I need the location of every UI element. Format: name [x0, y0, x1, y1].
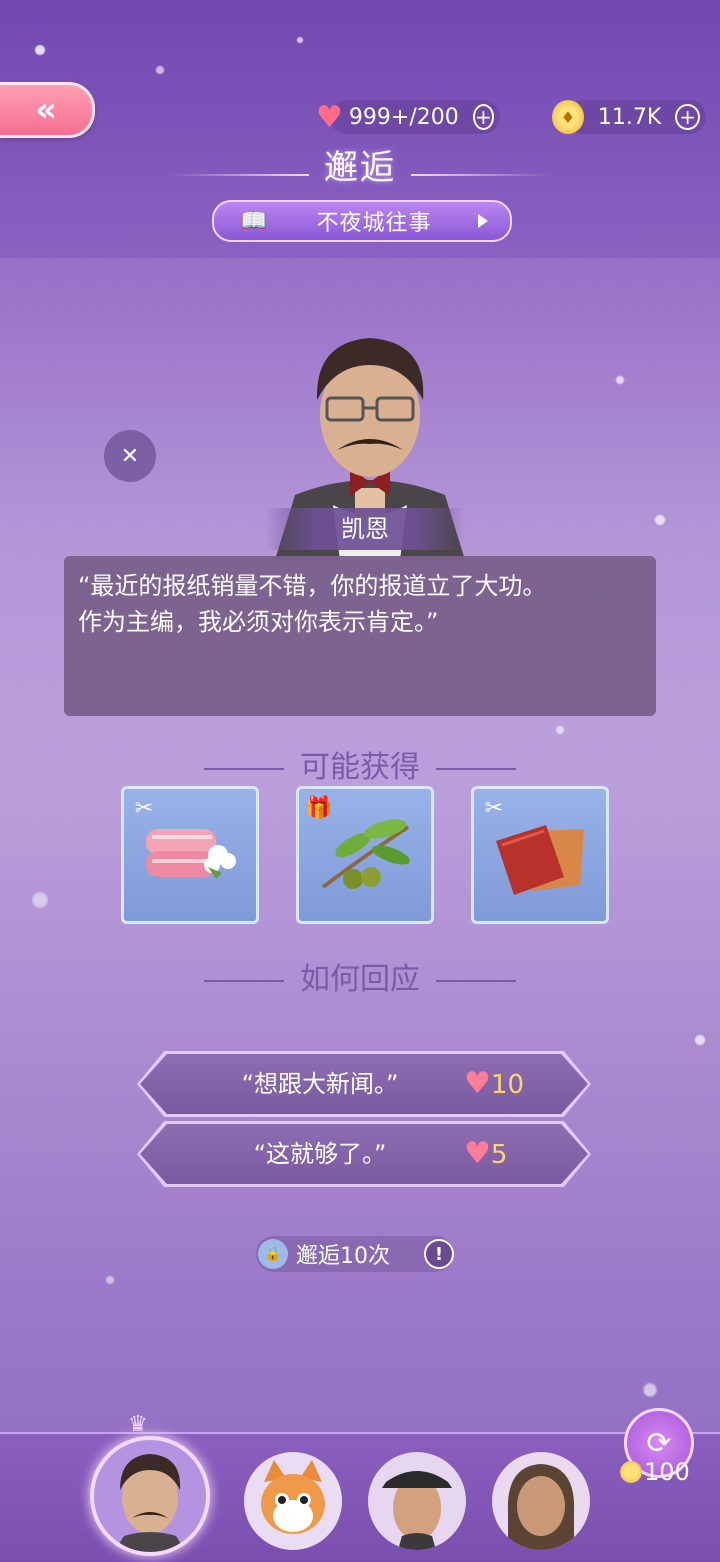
- dialogue-line-1: “最近的报纸销量不错，你的报道立了大功。: [78, 572, 547, 600]
- coins-counter: ♦ 11.7K +: [552, 100, 706, 134]
- title-decoration-left: [168, 173, 309, 176]
- encounter-label: 邂逅10次: [296, 1244, 390, 1269]
- response-heading-text: 如何回应: [300, 962, 420, 997]
- npc-name-plate: 凯恩: [265, 508, 465, 550]
- coins-value: 11.7K: [597, 104, 662, 130]
- refresh-cost: 100: [620, 1458, 690, 1486]
- red-leather-icon: [496, 825, 584, 895]
- back-button[interactable]: «: [0, 82, 95, 138]
- reward-item-leather[interactable]: ✂: [471, 786, 609, 924]
- book-icon: 📖: [240, 208, 268, 234]
- chapter-label: 不夜城往事: [316, 211, 432, 236]
- add-coins-button[interactable]: +: [675, 104, 700, 130]
- hearts-counter: ♥ 999+/200 +: [316, 100, 500, 135]
- reward-items: ✂ 🎁 ✂: [121, 786, 609, 924]
- response-cost: ♥10: [464, 1054, 524, 1114]
- hearts-value: 999+/200: [348, 104, 459, 130]
- response-cost-value: 5: [490, 1140, 508, 1170]
- refresh-icon: ⟳: [646, 1425, 672, 1461]
- coin-icon: ♦: [552, 100, 584, 134]
- title-decoration-right: [411, 173, 552, 176]
- olive-branch-icon: [321, 819, 410, 889]
- crown-icon: ♛: [128, 1412, 148, 1437]
- mute-icon: ✕: [120, 443, 140, 469]
- page-title: 邂逅: [324, 148, 396, 188]
- avatar-man-cap[interactable]: [368, 1452, 466, 1550]
- avatar-man-cap-image: [382, 1471, 452, 1550]
- response-text: “想跟大新闻。”: [241, 1070, 399, 1098]
- heart-icon: ♥: [464, 1136, 491, 1171]
- heading-line-left: [204, 767, 284, 770]
- response-option-1[interactable]: “想跟大新闻。” ♥10: [137, 1051, 591, 1117]
- pink-fabric-cotton-icon: [146, 829, 236, 879]
- response-option-2[interactable]: “这就够了。” ♥5: [137, 1121, 591, 1187]
- info-icon[interactable]: !: [424, 1239, 454, 1269]
- double-chevron-left-icon: «: [35, 90, 57, 130]
- heading-line-right: [436, 767, 516, 770]
- mute-voice-button[interactable]: ✕: [104, 430, 156, 482]
- chapter-selector[interactable]: 📖 不夜城往事: [212, 200, 512, 242]
- heart-icon: ♥: [464, 1066, 491, 1101]
- heading-line-left: [204, 979, 284, 982]
- avatar-kain[interactable]: [90, 1436, 210, 1556]
- avatar-kain-image: [114, 1454, 186, 1552]
- heart-icon: ♥: [316, 99, 343, 135]
- heading-line-right: [436, 979, 516, 982]
- response-heading: 如何回应: [0, 954, 720, 998]
- avatar-old-woman-image: [507, 1464, 575, 1550]
- coin-icon: [620, 1461, 642, 1483]
- play-arrow-icon: [478, 214, 488, 228]
- encounter-unlock-badge[interactable]: 🔒 邂逅10次 !: [256, 1236, 454, 1272]
- refresh-cost-value: 100: [644, 1458, 690, 1486]
- avatar-cat[interactable]: [244, 1452, 342, 1550]
- response-text: “这就够了。”: [253, 1140, 387, 1168]
- response-cost: ♥5: [464, 1124, 507, 1184]
- avatar-cat-image: [261, 1460, 325, 1534]
- dialogue-line-2: 作为主编，我必须对你表示肯定。”: [78, 608, 439, 636]
- lock-icon: 🔒: [258, 1239, 288, 1269]
- reward-item-olive[interactable]: 🎁: [296, 786, 434, 924]
- reward-item-fabric[interactable]: ✂: [121, 786, 259, 924]
- response-cost-value: 10: [490, 1070, 524, 1100]
- rewards-heading: 可能获得: [0, 742, 720, 786]
- dialogue-box: “最近的报纸销量不错，你的报道立了大功。 作为主编，我必须对你表示肯定。”: [64, 556, 656, 716]
- add-hearts-button[interactable]: +: [472, 104, 494, 130]
- title-row: 邂逅: [0, 140, 720, 189]
- rewards-heading-text: 可能获得: [300, 750, 420, 785]
- avatar-old-woman[interactable]: [492, 1452, 590, 1550]
